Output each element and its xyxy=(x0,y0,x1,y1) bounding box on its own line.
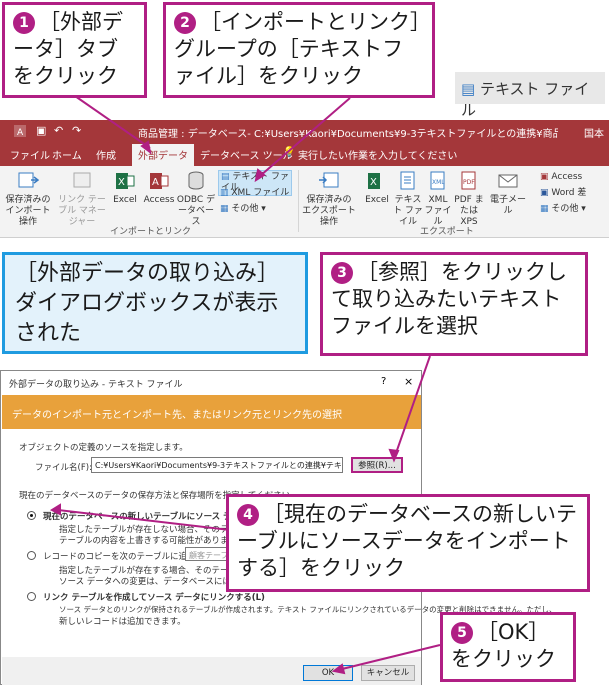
arrowhead-5 xyxy=(331,663,346,675)
arrow-3 xyxy=(394,355,431,457)
arrowhead-2 xyxy=(254,168,266,183)
arrowhead-3 xyxy=(388,448,400,463)
arrow-2 xyxy=(259,97,351,177)
step-1-badge: 1 xyxy=(13,12,35,34)
arrow-1 xyxy=(74,95,151,149)
step-2-badge: 2 xyxy=(174,12,196,34)
callout-step-2: 2 ［インポートとリンク］グループの［テキストファイル］をクリック xyxy=(163,2,435,98)
step-5-badge: 5 xyxy=(451,622,473,644)
callout-step-3: 3 ［参照］をクリックして取り込みたいテキストファイルを選択 xyxy=(320,252,588,356)
info-callout: ［外部データの取り込み］ダイアログボックスが表示された xyxy=(2,252,308,354)
step-3-badge: 3 xyxy=(331,262,353,284)
arrow-4 xyxy=(57,509,231,531)
callout-step-4: 4 ［現在のデータベースの新しいテーブルにソースデータをインポートする］をクリック xyxy=(226,494,590,592)
callout-step-5: 5 ［OK］をクリック xyxy=(440,612,576,682)
callout-step-1: 1 ［外部データ］タブをクリック xyxy=(2,2,147,98)
arrowhead-4 xyxy=(49,503,61,516)
step-4-badge: 4 xyxy=(237,504,259,526)
arrow-5 xyxy=(337,644,441,671)
